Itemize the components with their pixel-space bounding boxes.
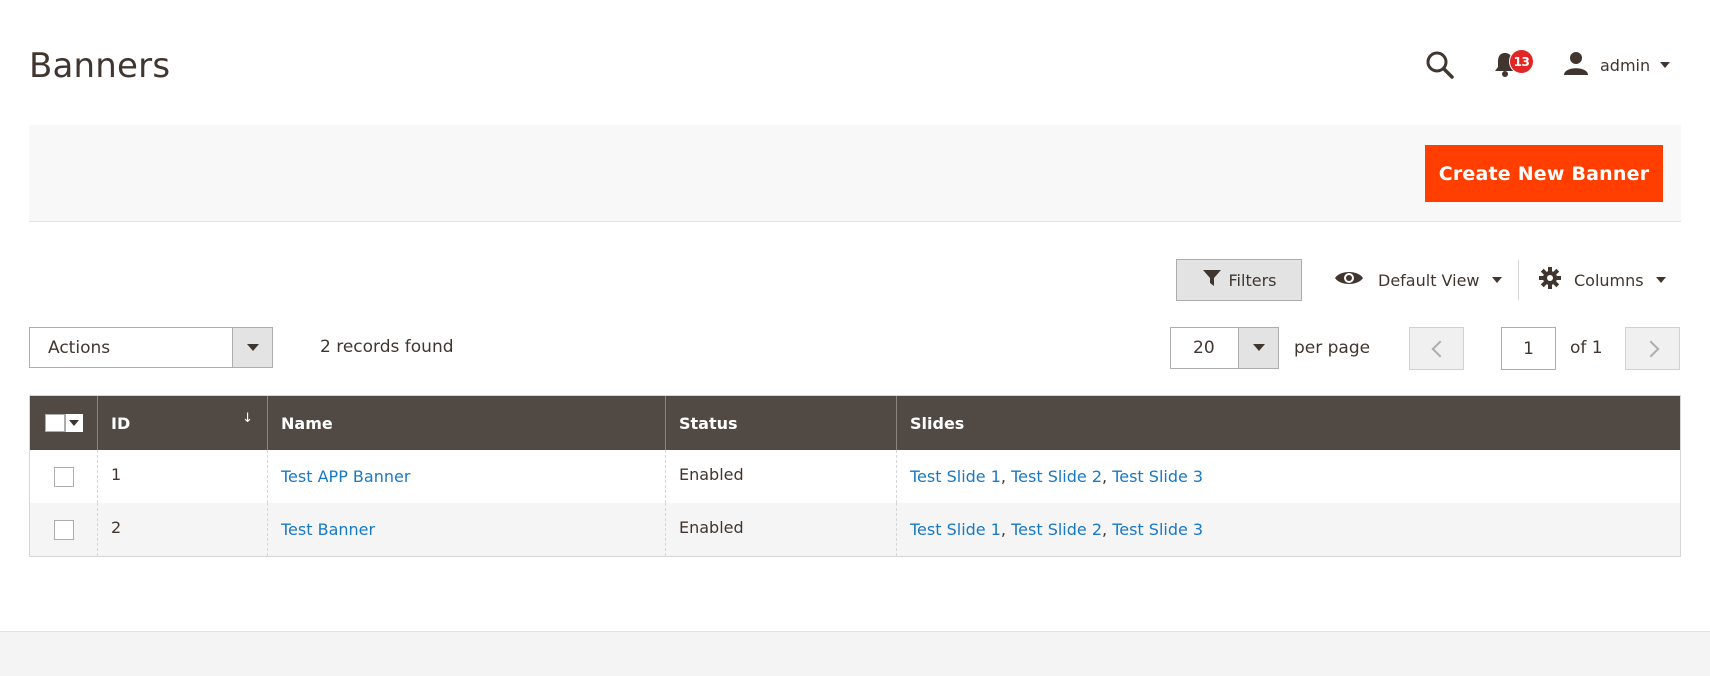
chevron-down-icon <box>1491 277 1502 283</box>
dropdown-arrow-icon[interactable] <box>232 328 272 367</box>
page-footer <box>0 631 1710 676</box>
table-row[interactable]: 2 Test Banner Enabled Test Slide 1, Test… <box>30 503 1680 556</box>
filters-label: Filters <box>1228 270 1277 290</box>
column-header-id[interactable]: ID ↓ <box>97 396 267 450</box>
next-page-button[interactable] <box>1625 327 1680 370</box>
mass-select-dropdown-icon[interactable] <box>64 414 83 432</box>
gear-icon <box>1538 266 1562 294</box>
default-view-label: Default View <box>1378 270 1480 290</box>
slide-link[interactable]: Test Slide 2 <box>1011 520 1102 539</box>
slide-link[interactable]: Test Slide 1 <box>910 520 1001 539</box>
slide-link[interactable]: Test Slide 3 <box>1112 520 1203 539</box>
row-select-cell <box>30 450 97 503</box>
row-name-cell: Test APP Banner <box>267 450 665 503</box>
actions-label: Actions <box>48 338 111 358</box>
previous-page-button[interactable] <box>1409 327 1464 370</box>
row-id: 1 <box>97 450 267 503</box>
column-header-name[interactable]: Name <box>267 396 665 450</box>
columns-switcher[interactable]: Columns <box>1538 259 1666 301</box>
columns-label: Columns <box>1574 270 1644 290</box>
mass-select-header <box>30 396 97 450</box>
slide-separator: , <box>1000 520 1006 539</box>
row-select-cell <box>30 503 97 556</box>
mass-select-control[interactable] <box>44 414 83 432</box>
total-pages-label: of 1 <box>1570 338 1603 358</box>
user-name: admin <box>1600 55 1651 75</box>
slide-separator: , <box>1102 520 1108 539</box>
create-new-banner-button[interactable]: Create New Banner <box>1425 145 1663 202</box>
page-actions-bar: Create New Banner <box>29 125 1681 222</box>
row-slides-cell: Test Slide 1, Test Slide 2, Test Slide 3 <box>896 503 1680 556</box>
row-slides-cell: Test Slide 1, Test Slide 2, Test Slide 3 <box>896 450 1680 503</box>
mass-actions-dropdown[interactable]: Actions <box>29 327 273 368</box>
filter-icon <box>1202 268 1229 292</box>
column-header-slides[interactable]: Slides <box>896 396 1680 450</box>
sort-descending-icon: ↓ <box>242 411 253 426</box>
filters-button[interactable]: Filters <box>1176 259 1302 301</box>
toolbar-divider <box>1518 260 1519 300</box>
slide-link[interactable]: Test Slide 2 <box>1011 467 1102 486</box>
select-all-checkbox[interactable] <box>44 414 65 432</box>
default-view-switcher[interactable]: Default View <box>1334 259 1502 301</box>
user-menu[interactable]: admin <box>1563 50 1671 80</box>
banner-name-link[interactable]: Test Banner <box>281 520 375 539</box>
per-page-select[interactable]: 20 <box>1170 327 1279 369</box>
per-page-label: per page <box>1294 338 1371 358</box>
row-name-cell: Test Banner <box>267 503 665 556</box>
row-status: Enabled <box>665 503 896 556</box>
chevron-down-icon <box>1655 277 1666 283</box>
dropdown-arrow-icon[interactable] <box>1238 328 1278 368</box>
row-status: Enabled <box>665 450 896 503</box>
search-icon[interactable] <box>1425 50 1455 80</box>
user-icon <box>1563 50 1589 80</box>
column-header-status[interactable]: Status <box>665 396 896 450</box>
row-id: 2 <box>97 503 267 556</box>
per-page-value: 20 <box>1193 338 1215 358</box>
slide-separator: , <box>1102 467 1108 486</box>
records-found-count: 2 records found <box>320 337 454 357</box>
notification-badge[interactable]: 13 <box>1509 49 1534 74</box>
page-title: Banners <box>29 46 171 86</box>
slide-link[interactable]: Test Slide 1 <box>910 467 1001 486</box>
grid-header-row: ID ↓ Name Status Slides <box>30 396 1680 450</box>
eye-icon <box>1334 268 1364 292</box>
current-page-input[interactable] <box>1501 327 1556 370</box>
banner-name-link[interactable]: Test APP Banner <box>281 467 410 486</box>
column-header-id-label: ID <box>111 413 131 433</box>
slide-separator: , <box>1000 467 1006 486</box>
slide-link[interactable]: Test Slide 3 <box>1112 467 1203 486</box>
chevron-down-icon <box>1660 62 1671 68</box>
table-row[interactable]: 1 Test APP Banner Enabled Test Slide 1, … <box>30 450 1680 503</box>
banners-grid: ID ↓ Name Status Slides 1 Test APP Banne… <box>29 395 1681 557</box>
row-checkbox[interactable] <box>53 519 74 540</box>
row-checkbox[interactable] <box>53 466 74 487</box>
